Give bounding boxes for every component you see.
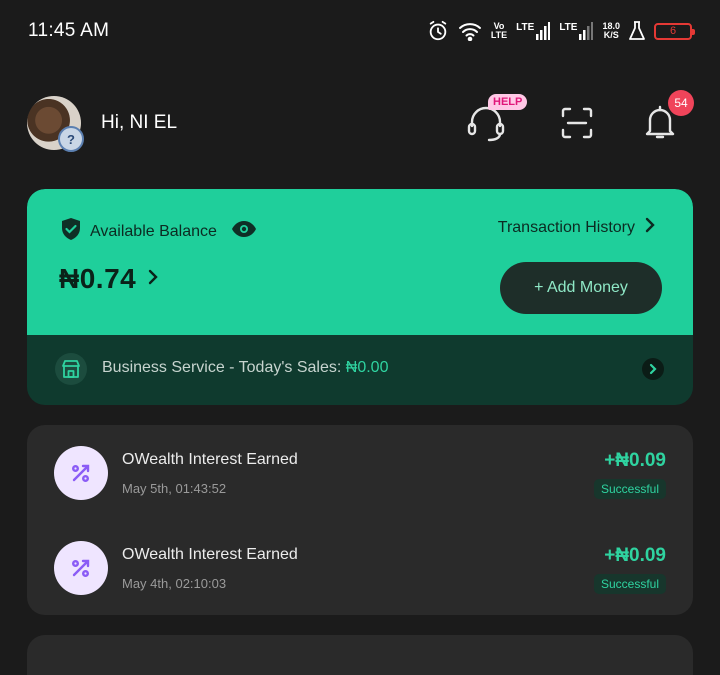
- transaction-history-label: Transaction History: [497, 218, 635, 236]
- shield-check-icon: [60, 217, 82, 246]
- scan-icon: [560, 107, 594, 144]
- verification-badge-icon: ?: [58, 126, 84, 152]
- chevron-right-icon: [148, 269, 158, 290]
- status-badge: Successful: [593, 574, 666, 594]
- transaction-item[interactable]: OWealth Interest Earned May 4th, 02:10:0…: [27, 520, 693, 615]
- chevron-right-icon: [645, 217, 655, 238]
- transaction-title: OWealth Interest Earned: [122, 546, 298, 563]
- system-icons: Vo LTE LTE LTE 18.0 K/S 6: [427, 20, 695, 42]
- balance-card: Available Balance Transaction History ₦0…: [27, 189, 693, 405]
- clock: 11:45 AM: [28, 20, 110, 41]
- store-icon: [55, 353, 87, 385]
- signal-icon: LTE: [516, 22, 551, 40]
- balance-amount: ₦0.74: [59, 263, 137, 294]
- transaction-amount: +₦0.09: [604, 545, 666, 566]
- wifi-icon: [458, 21, 482, 41]
- status-bar: 11:45 AM Vo LTE LTE LTE 18.0 K/S 6: [0, 0, 720, 62]
- transaction-history-link[interactable]: Transaction History: [498, 217, 655, 238]
- available-balance-row: Available Balance: [60, 217, 257, 246]
- business-service-text: Business Service - Today's Sales: ₦0.00: [102, 359, 388, 377]
- status-badge: Successful: [593, 479, 666, 499]
- lte-label: LTE: [559, 22, 578, 33]
- help-button[interactable]: [466, 106, 506, 142]
- balance-panel: Available Balance Transaction History ₦0…: [27, 189, 693, 335]
- flask-icon: [629, 21, 645, 41]
- recent-transactions-card: OWealth Interest Earned May 5th, 01:43:5…: [27, 425, 693, 615]
- transaction-date: May 4th, 02:10:03: [122, 576, 227, 591]
- help-tag: HELP: [488, 94, 528, 110]
- alarm-icon: [427, 20, 449, 42]
- percent-icon: [54, 446, 108, 500]
- percent-icon: [54, 541, 108, 595]
- signal-icon: LTE: [559, 22, 594, 40]
- transaction-item[interactable]: OWealth Interest Earned May 5th, 01:43:5…: [27, 425, 693, 520]
- speed-unit: K/S: [603, 30, 619, 40]
- headset-icon: [466, 106, 506, 146]
- volte-bottom: LTE: [490, 30, 508, 40]
- greeting: Hi, NI EL: [101, 112, 178, 133]
- next-card: [27, 635, 693, 675]
- notification-count-badge: 54: [668, 90, 694, 116]
- chevron-right-icon: [642, 358, 664, 380]
- battery-level: 6: [669, 25, 677, 37]
- lte-label: LTE: [516, 22, 535, 33]
- app-header: ? Hi, NI EL HELP 54: [0, 88, 720, 158]
- scan-button[interactable]: [560, 106, 594, 140]
- business-service-row[interactable]: Business Service - Today's Sales: ₦0.00: [27, 335, 693, 405]
- eye-icon[interactable]: [231, 220, 257, 243]
- bell-icon: [644, 105, 676, 144]
- transaction-title: OWealth Interest Earned: [122, 451, 298, 468]
- todays-sales-value: ₦0.00: [345, 359, 389, 376]
- business-service-label: Business Service - Today's Sales:: [102, 359, 346, 376]
- transaction-date: May 5th, 01:43:52: [122, 481, 227, 496]
- transaction-amount: +₦0.09: [604, 450, 666, 471]
- network-speed: 18.0 K/S: [602, 22, 620, 40]
- battery-icon: 6: [654, 22, 695, 40]
- add-money-button[interactable]: + Add Money: [500, 262, 662, 314]
- available-balance-label: Available Balance: [90, 222, 217, 240]
- volte-indicator: Vo LTE: [491, 22, 507, 40]
- balance-amount-row[interactable]: ₦0.74: [59, 263, 158, 295]
